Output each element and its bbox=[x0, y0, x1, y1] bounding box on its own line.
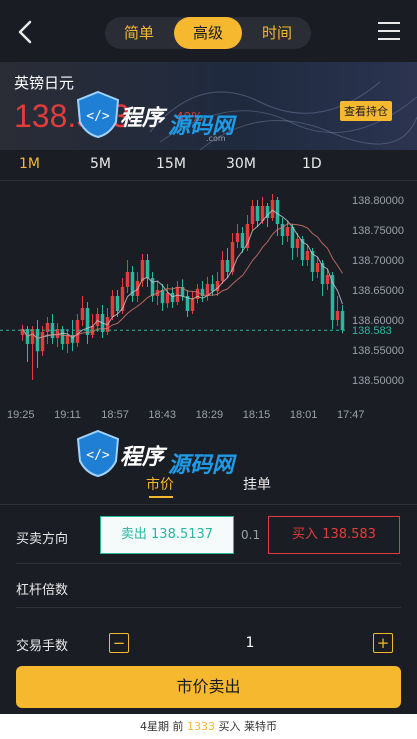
ticker-suffix: 买入 莱特币 bbox=[218, 720, 278, 733]
candle-body bbox=[160, 290, 165, 304]
candle-body bbox=[315, 263, 320, 272]
tab-market-underline bbox=[149, 496, 173, 498]
divider bbox=[16, 563, 401, 564]
candle-body bbox=[290, 227, 295, 248]
candle-body bbox=[305, 251, 310, 260]
candle-body bbox=[110, 296, 115, 317]
ma-short-line bbox=[22, 209, 343, 339]
lots-label: 交易手数 bbox=[16, 639, 69, 654]
leverage-label: 杠杆倍数 bbox=[16, 583, 69, 598]
y-tick-label: 138.80000 bbox=[352, 195, 404, 207]
candle-body bbox=[240, 233, 245, 248]
order-type-tabs: 市价 挂单 bbox=[0, 470, 417, 500]
candle-body bbox=[85, 308, 90, 335]
view-holdings-button[interactable]: 查看持仓 bbox=[340, 101, 392, 121]
buy-button[interactable]: 买入 138.583 bbox=[268, 516, 400, 554]
y-tick-label: 138.65000 bbox=[352, 285, 404, 297]
candle-body bbox=[165, 293, 170, 304]
candle-body bbox=[145, 260, 150, 278]
y-tick-label: 138.50000 bbox=[352, 375, 404, 387]
candle-body bbox=[170, 293, 175, 302]
x-tick-label: 18:01 bbox=[290, 409, 318, 421]
candle-body bbox=[35, 329, 40, 352]
candle-body bbox=[295, 239, 300, 248]
candle-body bbox=[80, 308, 85, 320]
timeframe-15m[interactable]: 15M bbox=[156, 156, 186, 172]
candle-body bbox=[235, 233, 240, 242]
watermark-text-a: 程序 bbox=[120, 106, 165, 131]
logo-glyph: </> bbox=[86, 109, 110, 124]
market-sell-button[interactable]: 市价卖出 bbox=[16, 666, 401, 708]
y-tick-label: 138.70000 bbox=[352, 255, 404, 267]
watermark-domain: .com bbox=[206, 134, 226, 143]
ticker-prefix: 4星期 前 bbox=[140, 720, 184, 733]
trade-ticker: 4星期 前 1333 买入 莱特币 bbox=[0, 714, 417, 739]
x-tick-label: 19:11 bbox=[54, 409, 81, 421]
kline-svg: 138.80000 138.75000 138.70000 138.65000 138.… bbox=[0, 194, 404, 421]
candle-body bbox=[225, 260, 230, 272]
menu-icon[interactable] bbox=[378, 22, 402, 42]
x-tick-label: 18:43 bbox=[148, 409, 176, 421]
currency-pair: 英镑日元 bbox=[14, 74, 75, 92]
watermark-logo: </> 程序 源码网 .com bbox=[76, 86, 266, 148]
y-tick-label: 138.75000 bbox=[352, 225, 404, 237]
top-bar: 简单 高级 时间 bbox=[0, 0, 417, 62]
mode-switch: 简单 高级 时间 bbox=[105, 17, 311, 49]
decrease-lots-button[interactable]: − bbox=[109, 633, 129, 653]
candle-body bbox=[125, 272, 130, 287]
candle-body bbox=[250, 206, 255, 224]
x-tick-label: 19:25 bbox=[7, 409, 35, 421]
watermark-text-a: 程序 bbox=[120, 445, 165, 470]
tab-market[interactable]: 市价 bbox=[146, 474, 174, 494]
ticker-amount: 1333 bbox=[187, 720, 215, 733]
candle-body bbox=[115, 296, 120, 311]
candle-body bbox=[340, 311, 345, 331]
x-tick-label: 18:29 bbox=[196, 409, 224, 421]
candle-body bbox=[285, 227, 290, 236]
candle-body bbox=[140, 260, 145, 281]
candle-body bbox=[270, 200, 275, 218]
timeframe-1m[interactable]: 1M bbox=[19, 156, 40, 172]
candle-body bbox=[190, 299, 195, 311]
tab-time[interactable]: 时间 bbox=[243, 17, 311, 49]
candle-body bbox=[280, 224, 285, 236]
y-tick-label: 138.55000 bbox=[352, 345, 404, 357]
candle-body bbox=[325, 275, 330, 284]
current-price-label: 138.583 bbox=[352, 325, 392, 337]
candle-body bbox=[65, 335, 70, 344]
candle-body bbox=[220, 260, 225, 281]
x-tick-label: 17:47 bbox=[337, 409, 365, 421]
shield-logo-icon: </> bbox=[76, 90, 120, 138]
logo-glyph: </> bbox=[86, 448, 110, 463]
candle-body bbox=[210, 284, 215, 292]
x-tick-label: 18:57 bbox=[101, 409, 129, 421]
candle-body bbox=[40, 332, 45, 352]
timeframe-30m[interactable]: 30M bbox=[226, 156, 256, 172]
candle-body bbox=[175, 287, 180, 302]
candle-body bbox=[275, 200, 280, 224]
back-arrow-icon[interactable] bbox=[14, 18, 38, 46]
tab-simple[interactable]: 简单 bbox=[105, 17, 173, 49]
candle-body bbox=[50, 323, 55, 338]
candle-body bbox=[95, 314, 100, 326]
divider bbox=[16, 607, 401, 608]
x-tick-label: 18:15 bbox=[243, 409, 271, 421]
divider bbox=[0, 504, 417, 505]
kline-chart[interactable]: 138.80000 138.75000 138.70000 138.65000 138.… bbox=[0, 180, 417, 425]
timeframe-5m[interactable]: 5M bbox=[90, 156, 111, 172]
spread-value: 0.1 bbox=[241, 528, 261, 542]
increase-lots-button[interactable]: + bbox=[373, 633, 393, 653]
lots-quantity[interactable]: 1 bbox=[240, 635, 260, 651]
candle-body bbox=[255, 206, 260, 221]
timeframe-1d[interactable]: 1D bbox=[302, 156, 322, 172]
candle-body bbox=[60, 329, 65, 344]
candle-body bbox=[30, 329, 35, 344]
candle-body bbox=[75, 320, 80, 343]
tab-pending[interactable]: 挂单 bbox=[243, 474, 271, 494]
timeframe-bar: 1M 5M 15M 30M 1D bbox=[0, 150, 417, 181]
sell-button[interactable]: 卖出 138.5137 bbox=[100, 516, 234, 554]
candle-body bbox=[335, 311, 340, 320]
tab-advanced[interactable]: 高级 bbox=[174, 17, 242, 49]
